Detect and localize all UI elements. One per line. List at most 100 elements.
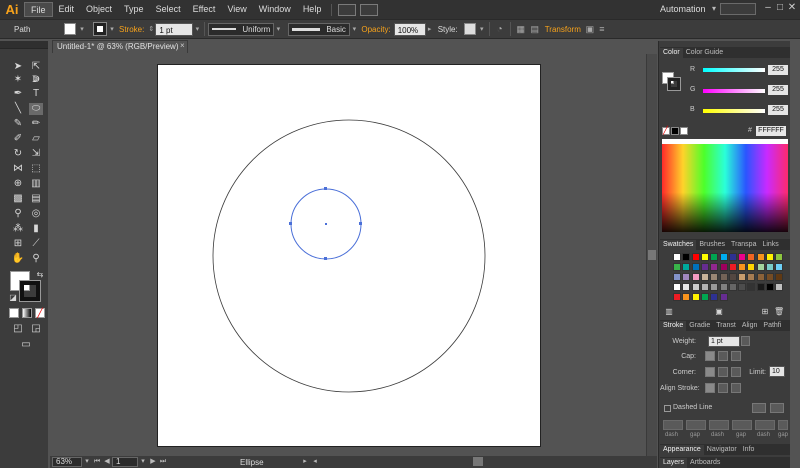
minimize-button[interactable]: – — [762, 2, 774, 14]
miter-join-button[interactable] — [705, 367, 715, 377]
tab-align[interactable]: Align — [739, 321, 761, 331]
round-join-button[interactable] — [718, 367, 728, 377]
align-outside-button[interactable] — [731, 383, 741, 393]
opacity-field[interactable]: 100% — [393, 22, 426, 36]
variable-width-profile[interactable]: Uniform — [208, 22, 275, 36]
menu-view[interactable]: View — [221, 2, 252, 17]
swatch[interactable] — [738, 273, 747, 281]
eraser-tool-icon[interactable]: ▱ — [29, 133, 43, 145]
swatch[interactable] — [710, 263, 719, 271]
swatch[interactable] — [700, 263, 709, 271]
isolate-icon[interactable]: ▣ — [584, 24, 596, 35]
document-tab[interactable]: Untitled-1* @ 63% (RGB/Preview) — [52, 40, 188, 53]
swatch[interactable] — [775, 263, 784, 271]
first-artboard-icon[interactable]: ⏮ — [92, 457, 102, 467]
transform-link[interactable]: Transform — [542, 25, 584, 34]
red-value[interactable]: 255 — [768, 65, 788, 75]
swatch[interactable] — [738, 253, 747, 261]
type-tool-icon[interactable]: T — [29, 88, 43, 100]
menu-effect[interactable]: Effect — [187, 2, 222, 17]
default-colors-icon[interactable]: ◪ — [6, 292, 20, 304]
search-input[interactable] — [720, 3, 756, 15]
tab-color-guide[interactable]: Color Guide — [683, 48, 726, 58]
mesh-tool-icon[interactable]: ▩ — [11, 193, 25, 205]
swatch[interactable] — [710, 293, 719, 301]
prev-artboard-icon[interactable]: ◀ — [102, 457, 112, 467]
lasso-tool-icon[interactable]: ↇ — [29, 74, 43, 86]
stroke-link[interactable]: Stroke: — [116, 25, 147, 34]
tab-artboards[interactable]: Artboards — [687, 458, 723, 468]
chevron-down-icon[interactable]: ▾ — [138, 457, 148, 467]
chevron-down-icon[interactable]: ▾ — [193, 25, 201, 33]
recolor-artwork-icon[interactable]: ◔ — [493, 24, 507, 35]
line-tool-icon[interactable]: ╲ — [11, 103, 25, 115]
none-swatch-icon[interactable]: ╱ — [662, 127, 670, 135]
white-swatch[interactable] — [680, 127, 688, 135]
graphic-style-swatch[interactable] — [463, 23, 476, 35]
close-button[interactable]: ✕ — [786, 2, 798, 14]
tab-brushes[interactable]: Brushes — [696, 240, 728, 250]
tab-appearance[interactable]: Appearance — [660, 445, 704, 455]
menu-file[interactable]: File — [24, 2, 53, 17]
chevron-down-icon[interactable]: ▾ — [274, 25, 282, 33]
tab-layers[interactable]: Layers — [660, 458, 688, 468]
artboard-tool-icon[interactable]: ⊞ — [11, 238, 25, 250]
green-value[interactable]: 255 — [768, 85, 788, 95]
tab-navigator[interactable]: Navigator — [704, 445, 740, 455]
swatch[interactable] — [728, 273, 737, 281]
swatch[interactable] — [775, 283, 784, 291]
color-mode-button[interactable] — [9, 308, 19, 318]
swatch[interactable] — [747, 263, 756, 271]
swatch[interactable] — [766, 273, 774, 281]
swatch[interactable] — [719, 273, 728, 281]
ellipse-tool-icon[interactable]: ⬭ — [29, 103, 43, 115]
swatch[interactable] — [719, 293, 728, 301]
butt-cap-button[interactable] — [705, 351, 715, 361]
swatch[interactable] — [682, 283, 691, 291]
chevron-down-icon[interactable]: ▾ — [78, 25, 86, 33]
swatch[interactable] — [700, 253, 709, 261]
swatch[interactable] — [673, 273, 681, 281]
dash-field[interactable] — [663, 420, 683, 430]
swatch[interactable] — [673, 253, 681, 261]
menu-help[interactable]: Help — [297, 2, 328, 17]
swatch[interactable] — [700, 293, 709, 301]
swatch[interactable] — [682, 273, 691, 281]
symbol-sprayer-tool-icon[interactable]: ⁂ — [11, 223, 25, 235]
opacity-link[interactable]: Opacity: — [358, 25, 393, 34]
blend-tool-icon[interactable]: ◎ — [29, 208, 43, 220]
color-spectrum[interactable] — [662, 144, 788, 232]
none-mode-button[interactable]: ╱ — [35, 308, 45, 318]
swatch[interactable] — [682, 263, 691, 271]
new-swatch-icon[interactable]: ⊞ — [760, 306, 770, 316]
gap-field[interactable] — [778, 420, 788, 430]
green-slider[interactable] — [703, 89, 765, 93]
menu-window[interactable]: Window — [253, 2, 297, 17]
stepper-icon[interactable]: ⇕ — [147, 25, 155, 33]
tab-gradient[interactable]: Gradie — [686, 321, 713, 331]
gradient-tool-icon[interactable]: ▤ — [29, 193, 43, 205]
round-cap-button[interactable] — [718, 351, 728, 361]
bevel-join-button[interactable] — [731, 367, 741, 377]
chevron-down-icon[interactable]: ▾ — [712, 4, 716, 13]
swatch[interactable] — [747, 253, 756, 261]
chevron-down-icon[interactable] — [741, 336, 750, 346]
menu-edit[interactable]: Edit — [53, 2, 81, 17]
eyedropper-tool-icon[interactable]: ⚲ — [11, 208, 25, 220]
perspective-grid-tool-icon[interactable]: ▥ — [29, 178, 43, 190]
maximize-button[interactable]: □ — [774, 2, 786, 14]
swatch[interactable] — [719, 263, 728, 271]
menu-select[interactable]: Select — [150, 2, 187, 17]
delete-swatch-icon[interactable]: 🗑 — [774, 306, 784, 316]
swatch[interactable] — [682, 253, 691, 261]
scroll-left-icon[interactable]: ◂ — [310, 457, 320, 467]
distribute-icon[interactable]: ▤ — [528, 24, 542, 35]
menu-object[interactable]: Object — [80, 2, 118, 17]
dash-preserve-button[interactable] — [752, 403, 766, 413]
blue-value[interactable]: 255 — [768, 105, 788, 115]
brush-definition[interactable]: Basic — [288, 22, 351, 36]
panel-grip[interactable] — [0, 41, 48, 49]
swatch[interactable] — [700, 283, 709, 291]
shape-builder-tool-icon[interactable]: ⊕ — [11, 178, 25, 190]
chevron-down-icon[interactable]: ▾ — [478, 25, 486, 33]
